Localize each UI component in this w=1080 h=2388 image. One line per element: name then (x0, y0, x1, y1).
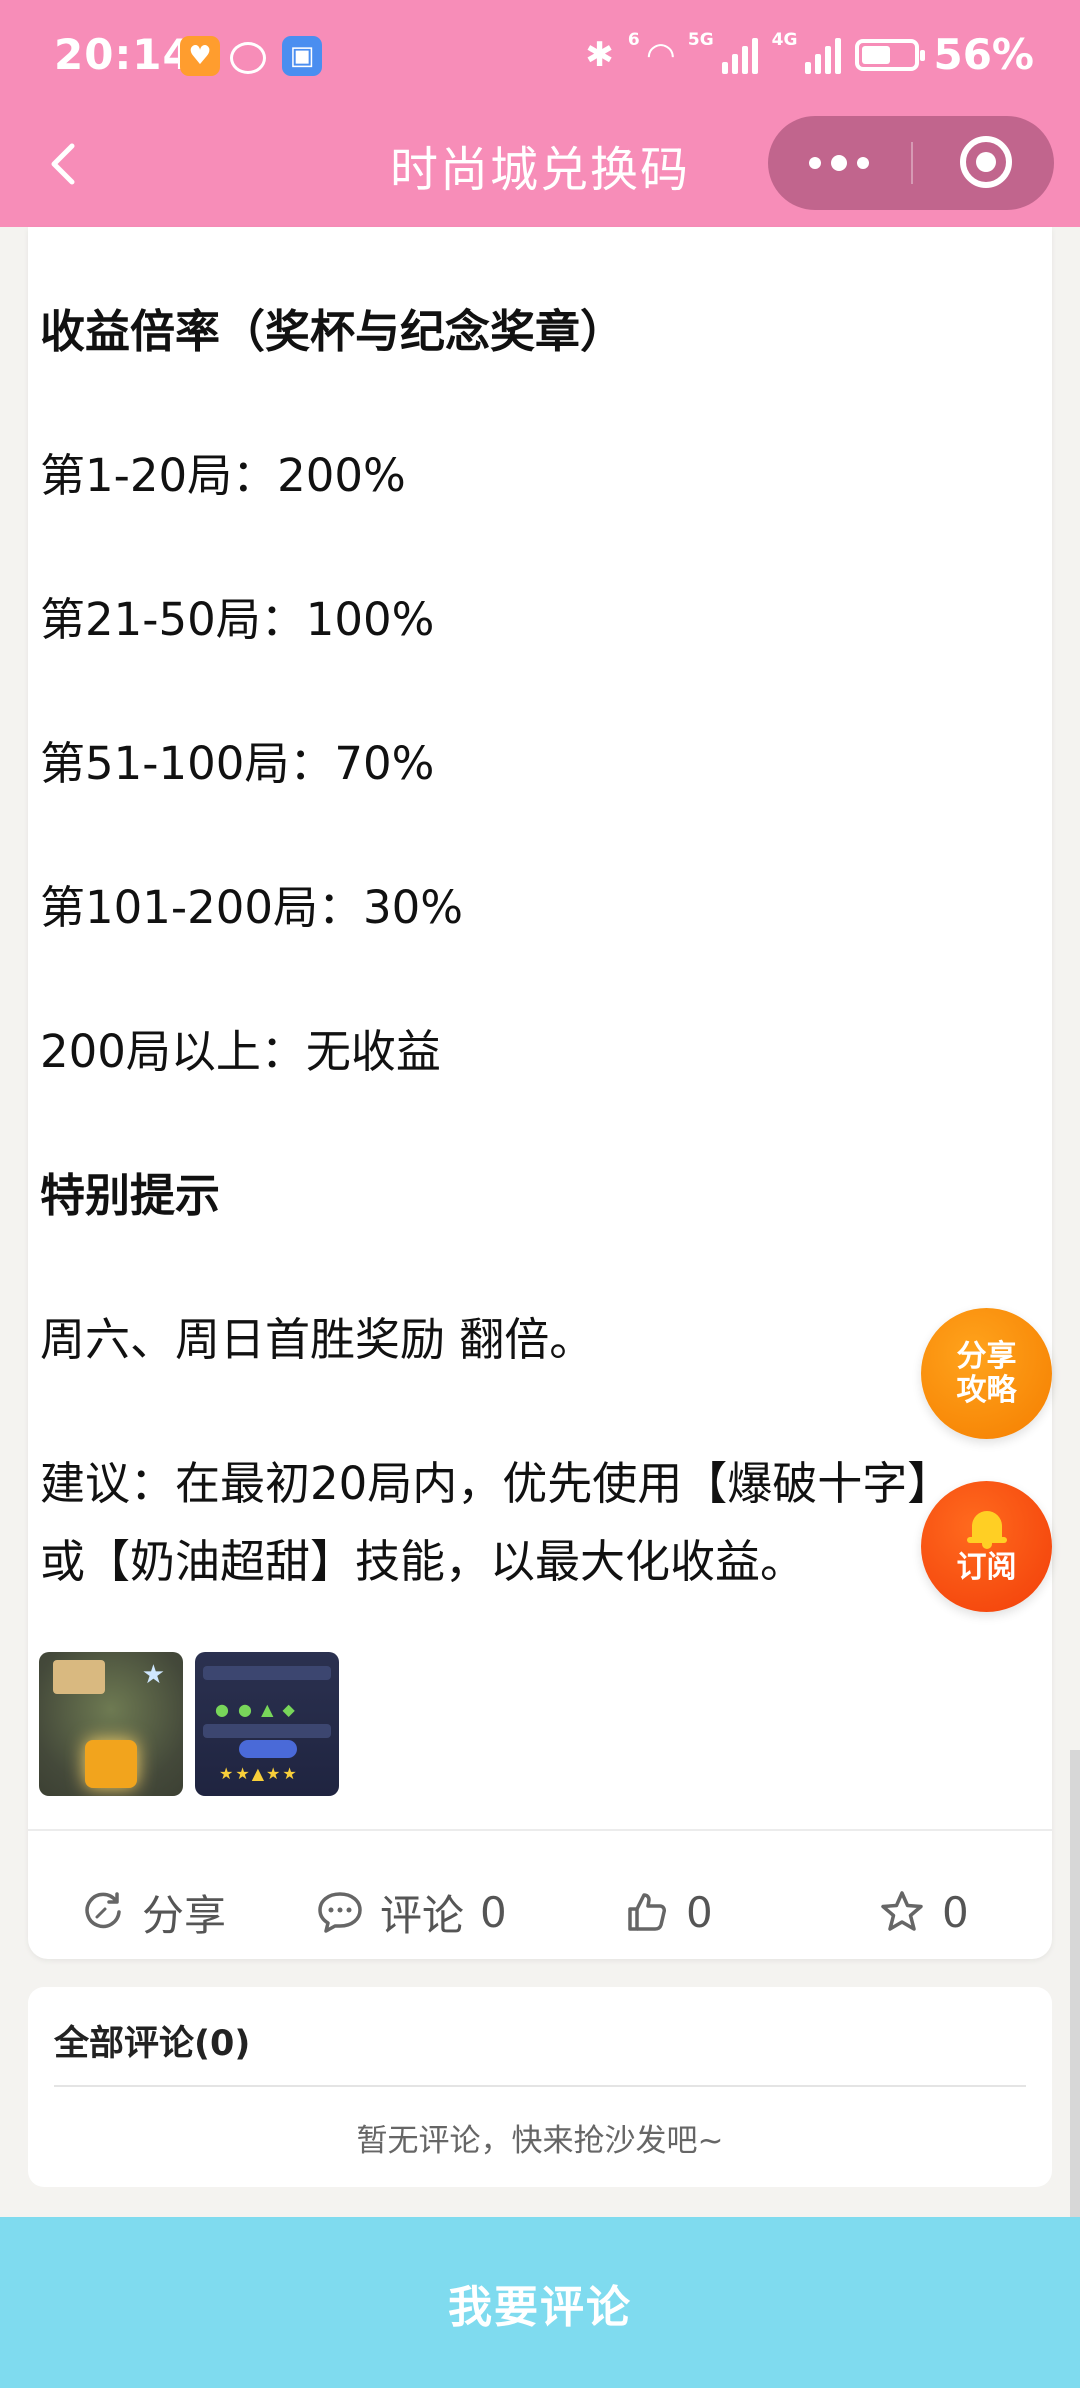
network-5g-label: 5G (687, 30, 714, 50)
comment-count: 0 (480, 1887, 507, 1937)
tip-line-2: 建议：在最初20局内，优先使用【爆破十字】 (40, 1457, 953, 1510)
section-heading-rates: 收益倍率（奖杯与纪念奖章） (40, 305, 626, 358)
like-count: 0 (686, 1887, 713, 1937)
battery-icon (855, 38, 926, 71)
comment-action[interactable]: 评论 0 (316, 1877, 507, 1947)
share-refresh-icon (85, 1892, 121, 1929)
star-icon: ★ (141, 1660, 165, 1690)
more-button[interactable] (768, 116, 910, 210)
capsule-divider (911, 142, 913, 184)
treasure-chest-icon (85, 1740, 137, 1788)
favorite-action[interactable]: 0 (878, 1877, 969, 1947)
action-divider (28, 1829, 1052, 1831)
more-dots-icon-right (857, 157, 869, 169)
close-button[interactable] (960, 136, 1012, 188)
comment-label: 评论 (380, 1890, 465, 1940)
comments-empty-text: 暂无评论，快来抢沙发吧~ (356, 2123, 724, 2159)
mini-program-capsule (768, 116, 1054, 210)
network-4g-label: 4G (771, 30, 798, 50)
star-outline-icon (881, 1891, 923, 1931)
status-right-group: ✱ 6 ◠ 5G 4G 56% (585, 30, 1034, 79)
signal-icon-2 (805, 36, 842, 74)
image-pill (239, 1740, 297, 1758)
rate-line-5: 200局以上：无收益 (40, 1025, 441, 1078)
wifi-icon: ◠ (647, 34, 674, 75)
comments-divider (54, 2085, 1026, 2087)
share-guide-line1: 分享 (956, 1338, 1017, 1374)
rate-line-2: 第21-50局：100% (40, 593, 435, 646)
wifi-tag: 6 (627, 30, 640, 50)
stars-icon: ★★▲★★ (219, 1764, 299, 1783)
header-bar: 20:14 ♥ ▣ ✱ 6 ◠ 5G 4G 56% 时尚城兑换码 (0, 0, 1080, 227)
share-guide-button[interactable]: 分享 攻略 (921, 1308, 1052, 1439)
status-bar: 20:14 ♥ ▣ ✱ 6 ◠ 5G 4G 56% (0, 0, 1080, 118)
subscribe-label: 订阅 (956, 1549, 1017, 1585)
like-action[interactable]: 0 (624, 1877, 713, 1947)
share-action[interactable]: 分享 (80, 1877, 226, 1947)
subscribe-button[interactable]: 订阅 (921, 1481, 1052, 1612)
board-shape (53, 1660, 105, 1694)
battery-fill (862, 45, 891, 64)
app-blue-icon: ▣ (282, 36, 322, 76)
image-bar-1 (203, 1666, 331, 1680)
thumbs-up-icon (628, 1893, 666, 1931)
rate-line-3: 第51-100局：70% (40, 737, 435, 790)
rate-line-1: 第1-20局：200% (40, 449, 406, 502)
favorite-count: 0 (942, 1887, 969, 1937)
gems-icon: ● ● ▲ ◆ (215, 1700, 297, 1719)
article-card: 收益倍率（奖杯与纪念奖章） 第1-20局：200% 第21-50局：100% 第… (28, 227, 1052, 1959)
thumbnail-image-2[interactable]: ● ● ▲ ◆ ★★▲★★ (195, 1652, 339, 1796)
tip-line-1: 周六、周日首胜奖励 翻倍。 (40, 1313, 595, 1366)
image-bar-2 (203, 1724, 331, 1738)
signal-icon (721, 36, 758, 74)
comment-bubble-icon (318, 1892, 362, 1933)
write-comment-label: 我要评论 (448, 2281, 632, 2333)
scrollbar[interactable] (1070, 1750, 1080, 2217)
chat-bubble-icon (230, 42, 266, 74)
more-dots-icon (809, 157, 821, 169)
image-gallery: ★ ● ● ▲ ◆ ★★▲★★ (39, 1652, 339, 1796)
more-dots-icon-center (831, 155, 847, 171)
comments-title: 全部评论(0) (54, 2024, 251, 2064)
thumbnail-image-1[interactable]: ★ (39, 1652, 183, 1796)
section-heading-tips: 特别提示 (40, 1169, 221, 1222)
app-orange-icon: ♥ (180, 36, 220, 76)
comments-section: 全部评论(0) 暂无评论，快来抢沙发吧~ (28, 1987, 1052, 2187)
write-comment-button[interactable]: 我要评论 (0, 2217, 1080, 2388)
share-label: 分享 (142, 1890, 227, 1940)
status-time: 20:14 (54, 30, 193, 79)
rate-line-4: 第101-200局：30% (40, 881, 464, 934)
battery-percent: 56% (933, 30, 1034, 79)
bluetooth-icon: ✱ (585, 34, 614, 75)
tip-line-3: 或【奶油超甜】技能，以最大化收益。 (40, 1535, 806, 1588)
bell-icon (965, 1509, 1009, 1549)
share-guide-line2: 攻略 (956, 1372, 1017, 1408)
